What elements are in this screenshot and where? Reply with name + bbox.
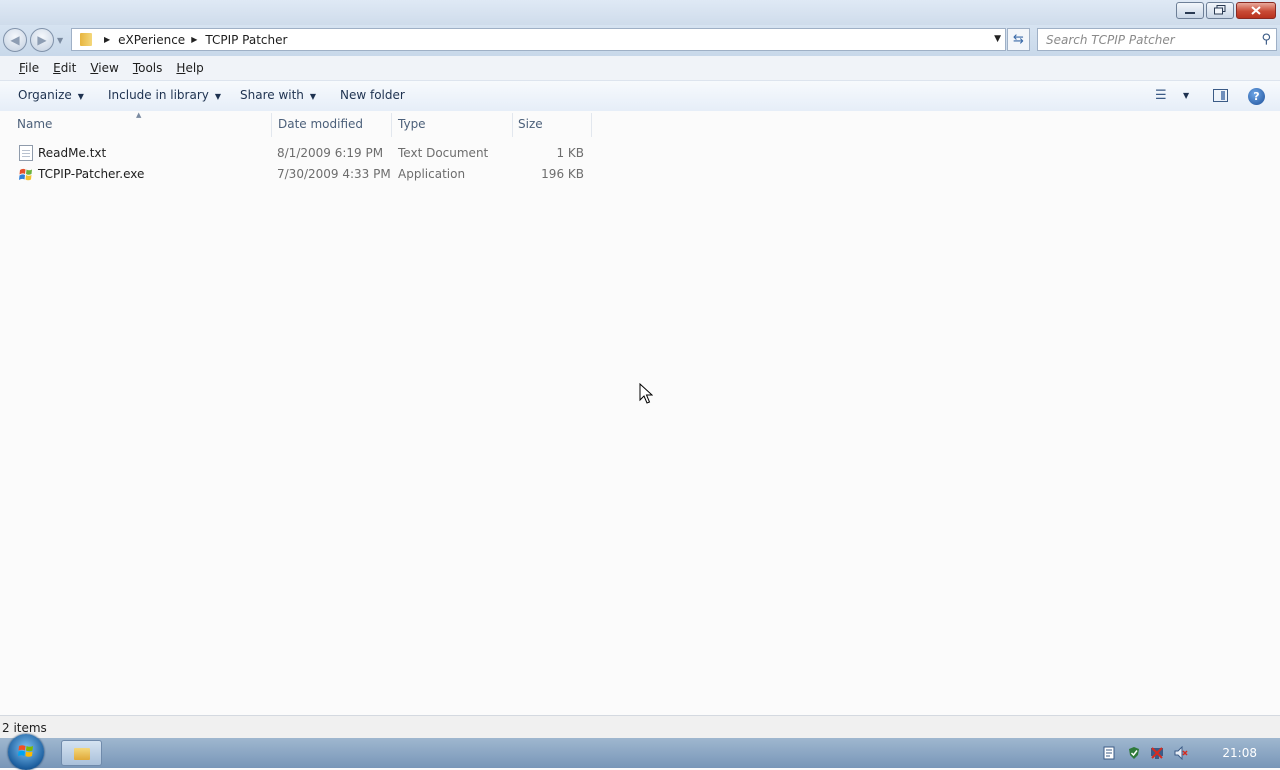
volume-muted-icon[interactable] bbox=[1174, 745, 1188, 761]
windows-logo-icon bbox=[18, 744, 34, 758]
mouse-cursor-icon bbox=[639, 382, 654, 408]
close-button[interactable] bbox=[1236, 2, 1276, 19]
security-shield-icon[interactable] bbox=[1127, 746, 1141, 760]
caption-buttons bbox=[1176, 2, 1276, 19]
title-bar bbox=[0, 0, 1280, 25]
search-box[interactable]: ⚲ bbox=[1037, 28, 1277, 51]
include-in-library-button[interactable]: Include in library ▼ bbox=[108, 88, 221, 102]
menu-tools[interactable]: Tools bbox=[126, 61, 170, 75]
taskbar: 21:08 bbox=[0, 734, 1280, 770]
maximize-button[interactable] bbox=[1206, 2, 1234, 19]
start-button[interactable] bbox=[8, 734, 44, 770]
file-name: ReadMe.txt bbox=[38, 146, 107, 160]
status-bar: 2 items bbox=[0, 715, 1280, 739]
view-options-dropdown-icon[interactable]: ▼ bbox=[1183, 91, 1189, 100]
file-size: 196 KB bbox=[541, 167, 584, 181]
system-tray: 21:08 bbox=[1090, 738, 1280, 768]
maximize-icon bbox=[1214, 4, 1226, 18]
menu-help[interactable]: Help bbox=[169, 61, 210, 75]
navigation-row: ◀ ▶ ▼ ▶ eXPerience ▶ TCPIP Patcher ▼ ⇆ ⚲ bbox=[0, 25, 1280, 56]
taskbar-windows-explorer-button[interactable] bbox=[61, 740, 102, 766]
file-row[interactable]: ReadMe.txt 8/1/2009 6:19 PM Text Documen… bbox=[0, 143, 600, 163]
menu-view[interactable]: View bbox=[83, 61, 125, 75]
file-type: Text Document bbox=[398, 146, 489, 160]
action-center-icon[interactable] bbox=[1102, 746, 1116, 760]
sort-indicator-icon: ▲ bbox=[136, 111, 142, 119]
menu-bar: File Edit View Tools Help bbox=[0, 56, 1280, 81]
search-input[interactable] bbox=[1044, 32, 1258, 48]
back-arrow-icon: ◀ bbox=[10, 33, 20, 47]
search-icon[interactable]: ⚲ bbox=[1261, 32, 1271, 47]
item-count: 2 items bbox=[2, 721, 47, 735]
refresh-button[interactable]: ⇆ bbox=[1007, 28, 1030, 51]
command-bar: Organize ▼ Include in library ▼ Share with… bbox=[0, 81, 1280, 112]
forward-button[interactable]: ▶ bbox=[30, 28, 54, 52]
column-header-date-modified[interactable]: Date modified bbox=[278, 117, 363, 131]
dropdown-arrow-icon: ▼ bbox=[77, 92, 84, 101]
breadcrumb-item[interactable]: eXPerience bbox=[118, 31, 185, 49]
file-date-modified: 8/1/2009 6:19 PM bbox=[277, 146, 384, 160]
file-row[interactable]: TCPIP-Patcher.exe 7/30/2009 4:33 PM Appl… bbox=[0, 164, 600, 184]
file-name: TCPIP-Patcher.exe bbox=[38, 167, 145, 181]
file-size: 1 KB bbox=[556, 146, 584, 160]
back-button[interactable]: ◀ bbox=[3, 28, 27, 52]
column-header-type[interactable]: Type bbox=[398, 117, 426, 131]
menu-edit[interactable]: Edit bbox=[46, 61, 83, 75]
preview-pane-icon[interactable] bbox=[1213, 89, 1228, 102]
menu-file[interactable]: File bbox=[12, 61, 46, 75]
column-headers: ▲ Name Date modified Type Size bbox=[0, 111, 1280, 138]
application-icon bbox=[19, 166, 33, 182]
minimize-button[interactable] bbox=[1176, 2, 1204, 19]
dropdown-arrow-icon: ▼ bbox=[214, 92, 222, 101]
clock[interactable]: 21:08 bbox=[1222, 746, 1257, 760]
change-view-icon[interactable]: ☰ bbox=[1155, 88, 1167, 103]
file-date-modified: 7/30/2009 4:33 PM bbox=[277, 167, 391, 181]
address-dropdown-icon[interactable]: ▼ bbox=[994, 34, 1001, 44]
breadcrumb-separator-icon[interactable]: ▶ bbox=[191, 35, 197, 44]
breadcrumb-item[interactable]: TCPIP Patcher bbox=[205, 31, 287, 49]
column-header-name[interactable]: Name bbox=[17, 117, 52, 131]
network-icon[interactable] bbox=[1150, 746, 1164, 760]
share-with-button[interactable]: Share with ▼ bbox=[240, 88, 316, 102]
column-divider[interactable] bbox=[391, 113, 392, 137]
minimize-icon bbox=[1185, 4, 1195, 18]
new-folder-button[interactable]: New folder bbox=[340, 88, 405, 102]
column-divider[interactable] bbox=[271, 113, 272, 137]
file-type: Application bbox=[398, 167, 466, 181]
refresh-icon: ⇆ bbox=[1013, 32, 1024, 47]
recent-pages-chevron-icon[interactable]: ▼ bbox=[57, 36, 63, 45]
explorer-folder-icon bbox=[74, 748, 90, 760]
close-icon bbox=[1251, 4, 1261, 18]
column-header-size[interactable]: Size bbox=[518, 117, 543, 131]
address-bar[interactable]: ▶ eXPerience ▶ TCPIP Patcher ▼ bbox=[71, 28, 1006, 51]
folder-icon bbox=[78, 33, 94, 46]
forward-arrow-icon: ▶ bbox=[37, 33, 47, 47]
column-divider[interactable] bbox=[512, 113, 513, 137]
organize-button[interactable]: Organize ▼ bbox=[18, 88, 84, 102]
dropdown-arrow-icon: ▼ bbox=[309, 92, 317, 101]
text-file-icon bbox=[19, 145, 33, 161]
column-divider[interactable] bbox=[591, 113, 592, 137]
help-icon[interactable]: ? bbox=[1248, 88, 1265, 105]
breadcrumb-separator-icon[interactable]: ▶ bbox=[104, 35, 110, 44]
